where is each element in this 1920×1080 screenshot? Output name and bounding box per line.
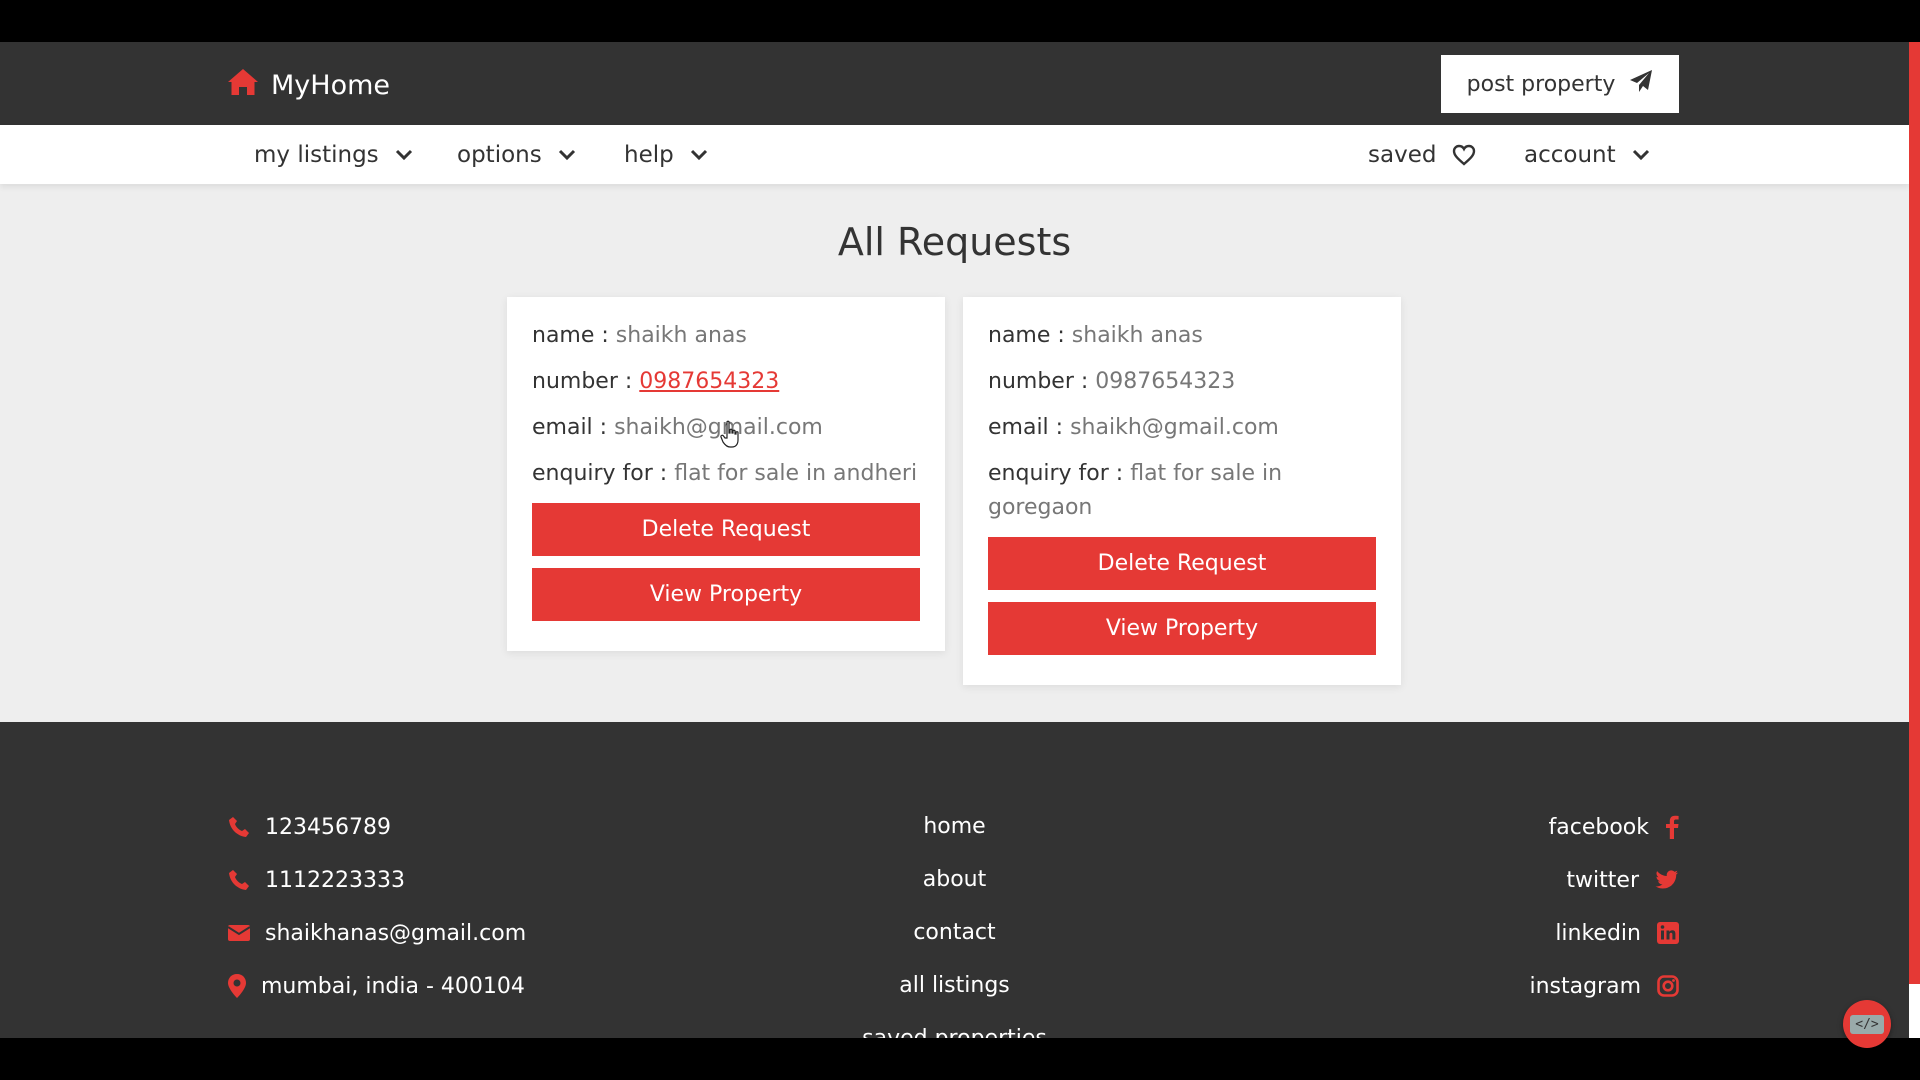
chevron-down-icon	[1632, 149, 1649, 160]
footer-instagram[interactable]: instagram	[1529, 971, 1679, 1001]
request-card: name : shaikh anas number : 0987654323 e…	[963, 297, 1401, 685]
nav-bar: my listings options help saved account	[0, 125, 1909, 184]
site-footer: 123456789 1112223333 shaikhanas@gmail.co…	[0, 722, 1909, 1038]
email-value: shaikh@gmail.com	[1070, 415, 1279, 440]
request-number-row: number : 0987654323	[532, 365, 920, 399]
delete-request-button[interactable]: Delete Request	[988, 537, 1376, 590]
footer-linkedin-label: linkedin	[1555, 920, 1641, 946]
nav-help-label: help	[624, 141, 674, 168]
footer-facebook-label: facebook	[1548, 814, 1649, 840]
nav-account[interactable]: account	[1524, 125, 1650, 184]
hand-cursor-icon	[720, 420, 739, 448]
request-card: name : shaikh anas number : 0987654323 e…	[507, 297, 945, 651]
footer-instagram-label: instagram	[1529, 973, 1641, 999]
email-label: email :	[988, 415, 1064, 440]
nav-saved-label: saved	[1368, 141, 1437, 168]
scrollbar-track	[1909, 984, 1920, 1038]
view-property-button[interactable]: View Property	[988, 602, 1376, 655]
heart-icon	[1453, 144, 1476, 166]
view-property-button[interactable]: View Property	[532, 568, 920, 621]
post-property-label: post property	[1466, 71, 1616, 97]
phone-number-value: 0987654323	[1095, 369, 1236, 394]
email-value: shaikh@gmail.com	[614, 415, 823, 440]
code-icon: </>	[1850, 1014, 1884, 1034]
nav-options-label: options	[457, 141, 542, 168]
phone-number-link[interactable]: 0987654323	[639, 369, 779, 394]
footer-linkedin[interactable]: linkedin	[1555, 918, 1679, 948]
enquiry-value: flat for sale in andheri	[674, 461, 918, 486]
chevron-down-icon	[395, 149, 412, 160]
nav-options[interactable]: options	[457, 125, 576, 184]
brand-logo[interactable]: MyHome	[227, 67, 390, 104]
request-email-row: email : shaikh@gmail.com	[988, 411, 1376, 445]
email-label: email :	[532, 415, 608, 440]
footer-facebook[interactable]: facebook	[1549, 812, 1679, 842]
footer-link-saved-properties[interactable]: saved properties	[0, 1024, 1909, 1038]
delete-request-button[interactable]: Delete Request	[532, 503, 920, 556]
instagram-icon	[1657, 975, 1679, 997]
page-title: All Requests	[837, 220, 1072, 264]
request-name-row: name : shaikh anas	[532, 319, 920, 353]
enquiry-label: enquiry for :	[532, 461, 668, 486]
request-enquiry-row: enquiry for : flat for sale in andheri	[532, 457, 920, 491]
twitter-icon	[1655, 870, 1678, 889]
home-icon	[227, 67, 259, 104]
request-name-row: name : shaikh anas	[988, 319, 1376, 353]
enquiry-label: enquiry for :	[988, 461, 1124, 486]
number-label: number :	[532, 369, 633, 394]
nav-help[interactable]: help	[624, 125, 708, 184]
name-label: name :	[532, 323, 609, 348]
vertical-scrollbar[interactable]	[1909, 42, 1920, 1038]
top-header: MyHome post property	[0, 42, 1909, 125]
facebook-icon	[1666, 815, 1679, 839]
code-toggle-button[interactable]: </>	[1843, 1000, 1891, 1048]
post-property-button[interactable]: post property	[1441, 55, 1679, 113]
paper-plane-icon	[1629, 69, 1653, 99]
nav-my-listings-label: my listings	[254, 141, 379, 168]
nav-account-label: account	[1524, 141, 1616, 168]
number-label: number :	[988, 369, 1089, 394]
brand-name: MyHome	[271, 70, 391, 101]
footer-twitter-label: twitter	[1566, 867, 1639, 893]
name-value: shaikh anas	[1071, 323, 1203, 348]
browser-viewport: MyHome post property my listings options…	[0, 42, 1909, 1038]
footer-twitter[interactable]: twitter	[1566, 865, 1679, 895]
chevron-down-icon	[558, 149, 575, 160]
nav-my-listings[interactable]: my listings	[254, 125, 413, 184]
name-value: shaikh anas	[615, 323, 747, 348]
linkedin-icon	[1657, 922, 1679, 944]
request-enquiry-row: enquiry for : flat for sale in goregaon	[988, 457, 1376, 525]
name-label: name :	[988, 323, 1065, 348]
chevron-down-icon	[690, 149, 707, 160]
request-number-row: number : 0987654323	[988, 365, 1376, 399]
nav-saved[interactable]: saved	[1368, 125, 1476, 184]
